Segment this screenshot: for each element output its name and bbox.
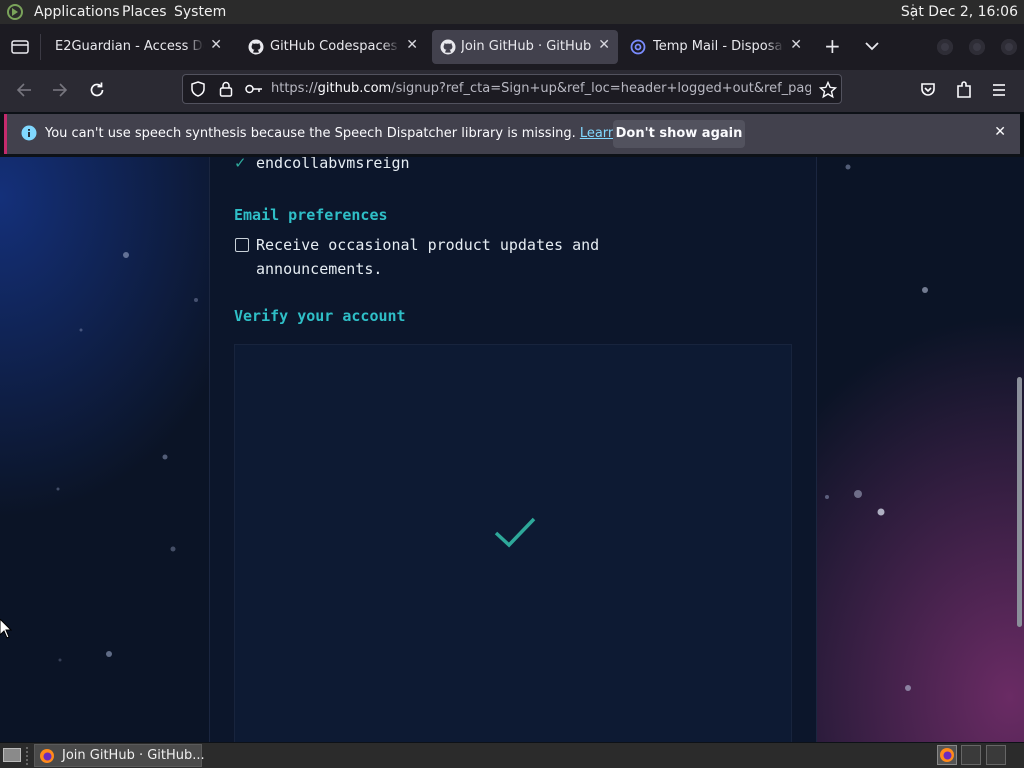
taskbar-item-label: Join GitHub · GitHub... [62, 748, 205, 763]
tab-title: GitHub Codespaces · GitHub [270, 39, 400, 54]
email-updates-label[interactable]: Receive occasional product updates and a… [256, 233, 646, 281]
username-check: endcollabvmsreign [256, 157, 410, 172]
permissions-key-icon[interactable] [245, 83, 263, 95]
applications-menu[interactable]: Applications [34, 4, 120, 20]
close-notification-icon[interactable]: ✕ [994, 124, 1006, 140]
notification-message: You can't use speech synthesis because t… [45, 126, 654, 141]
firefox-view-icon[interactable] [11, 39, 29, 55]
page-scrollbar[interactable] [1017, 377, 1022, 627]
back-arrow-icon[interactable] [16, 82, 32, 98]
taskbar-item-firefox[interactable]: Join GitHub · GitHub... [34, 744, 205, 767]
workspace-2[interactable] [961, 745, 981, 765]
extensions-puzzle-icon[interactable] [955, 80, 973, 100]
tab-e2guardian[interactable]: E2Guardian - Access Denied ✕ [44, 30, 230, 64]
taskbar-separator [26, 747, 30, 765]
close-tab-icon[interactable]: ✕ [406, 37, 418, 53]
address-bar[interactable]: https://github.com/signup?ref_cta=Sign+u… [182, 74, 842, 104]
email-updates-checkbox[interactable] [235, 238, 249, 252]
github-icon [248, 39, 264, 55]
close-tab-icon[interactable]: ✕ [598, 37, 610, 53]
clock[interactable]: Sat Dec 2, 16:06 [901, 4, 1018, 20]
verify-account-heading: Verify your account [234, 307, 406, 325]
speech-synthesis-notification: You can't use speech synthesis because t… [4, 114, 1020, 154]
email-preferences-heading: Email preferences [234, 206, 388, 224]
hamburger-menu-icon[interactable] [991, 82, 1007, 98]
workspace-switcher[interactable] [937, 745, 957, 765]
url-scheme: https:// [271, 81, 318, 96]
tab-strip: E2Guardian - Access Denied ✕ GitHub Code… [0, 24, 1024, 70]
close-window-button[interactable] [1001, 39, 1017, 55]
list-all-tabs-icon[interactable] [865, 41, 879, 51]
url-path: /signup?ref_cta=Sign+up&ref_loc=header+l… [391, 81, 811, 96]
lock-icon[interactable] [218, 80, 234, 98]
pocket-icon[interactable] [919, 81, 937, 99]
bottom-taskbar: Join GitHub · GitHub... [0, 743, 1024, 768]
minimize-window-button[interactable] [937, 39, 953, 55]
system-menu[interactable]: System [174, 4, 226, 20]
distro-logo-icon[interactable] [7, 4, 23, 20]
show-desktop-icon[interactable] [3, 748, 21, 762]
top-panel: Applications Places System Sat Dec 2, 16… [0, 0, 1024, 24]
tab-codespaces[interactable]: GitHub Codespaces · GitHub ✕ [236, 30, 426, 64]
checkmark-icon: ✓ [234, 157, 247, 172]
new-tab-button[interactable]: + [824, 34, 841, 58]
tab-title: Temp Mail - Disposable Temporary Email [653, 39, 784, 54]
notification-text: You can't use speech synthesis because t… [45, 126, 576, 141]
close-tab-icon[interactable]: ✕ [210, 37, 222, 53]
at-sign-icon [630, 39, 646, 55]
workspace-3[interactable] [986, 745, 1006, 765]
firefox-icon [40, 749, 54, 763]
github-icon [440, 39, 456, 55]
tab-join-github[interactable]: Join GitHub · GitHub ✕ [432, 30, 618, 64]
signup-card: ✓ endcollabvmsreign Email preferences Re… [209, 157, 817, 742]
page-content: ✓ endcollabvmsreign Email preferences Re… [0, 157, 1024, 742]
bookmark-star-icon[interactable] [819, 81, 837, 99]
tab-temp-mail[interactable]: Temp Mail - Disposable Temporary Email ✕ [624, 30, 810, 64]
firefox-icon [940, 748, 954, 762]
tab-title: Join GitHub · GitHub [461, 39, 592, 54]
url-host: github.com [317, 81, 392, 96]
captcha-verification-frame[interactable] [234, 344, 792, 742]
forward-arrow-icon[interactable] [52, 82, 68, 98]
verified-checkmark-icon [494, 517, 536, 548]
info-icon [21, 125, 37, 141]
tab-title: E2Guardian - Access Denied [55, 39, 204, 54]
tab-divider [40, 34, 41, 60]
reload-icon[interactable] [88, 81, 106, 99]
mouse-cursor-icon [0, 619, 12, 639]
tracking-protection-shield-icon[interactable] [190, 81, 206, 97]
close-tab-icon[interactable]: ✕ [790, 37, 802, 53]
places-menu[interactable]: Places [122, 4, 167, 20]
maximize-window-button[interactable] [969, 39, 985, 55]
dont-show-again-button[interactable]: Don't show again [613, 120, 745, 148]
url-text[interactable]: https://github.com/signup?ref_cta=Sign+u… [271, 81, 811, 96]
